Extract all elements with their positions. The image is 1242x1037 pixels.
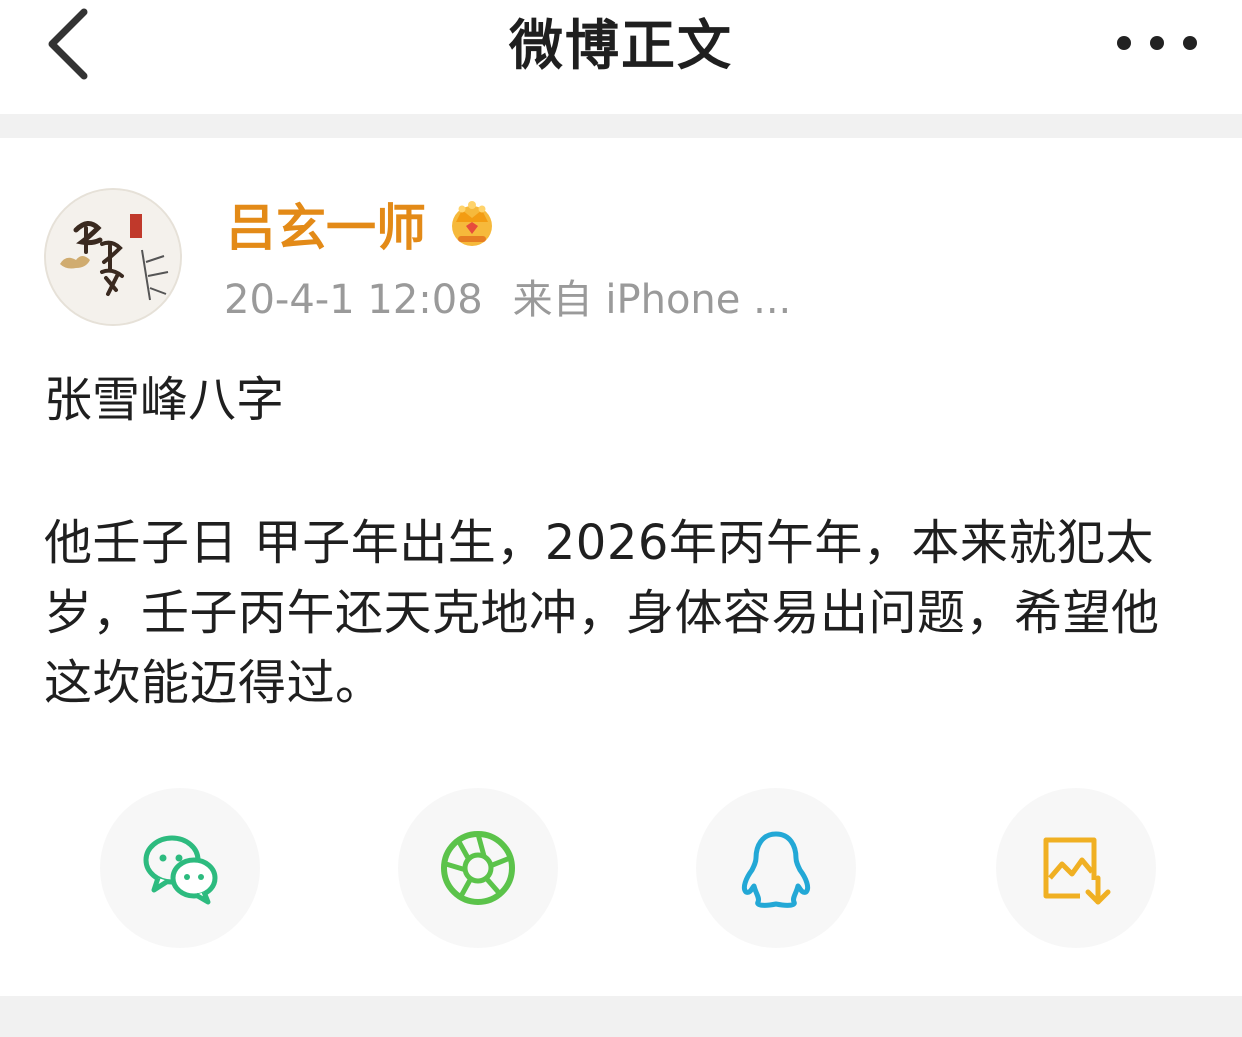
qq-icon	[741, 831, 811, 908]
save-image-button[interactable]	[996, 788, 1156, 948]
bottom-divider	[0, 996, 1242, 1037]
author-name[interactable]: 吕玄一师	[226, 198, 426, 258]
post-source[interactable]: 来自 iPhone ...	[513, 277, 792, 323]
post-timestamp: 20-4-1 12:08	[224, 277, 483, 323]
page-title: 微博正文	[509, 14, 733, 77]
share-wechat-button[interactable]	[100, 788, 260, 948]
save-image-icon	[1043, 837, 1111, 905]
share-moments-button[interactable]	[398, 788, 558, 948]
weibo-post-card: 吕玄一师 20-4-1 12:08 来自 iPhone ... 张雪峰八字 他壬子…	[0, 138, 1242, 996]
moments-icon	[441, 831, 515, 905]
share-options-row	[0, 788, 1242, 958]
post-title: 张雪峰八字	[44, 372, 285, 428]
more-horizontal-icon	[1117, 36, 1197, 50]
more-options-button[interactable]	[1112, 26, 1202, 60]
author-avatar[interactable]	[46, 190, 180, 324]
share-qq-button[interactable]	[696, 788, 856, 948]
top-navigation-bar: 微博正文	[0, 0, 1242, 114]
header-divider	[0, 114, 1242, 138]
post-body-text: 他壬子日 甲子年出生，2026年丙午年，本来就犯太岁，壬子丙午还天克地冲，身体容…	[44, 515, 1160, 711]
post-meta: 20-4-1 12:08 来自 iPhone ...	[224, 276, 791, 324]
avatar-calligraphy-icon	[46, 190, 180, 324]
wechat-icon	[143, 835, 218, 905]
vip-crown-icon	[452, 201, 492, 246]
